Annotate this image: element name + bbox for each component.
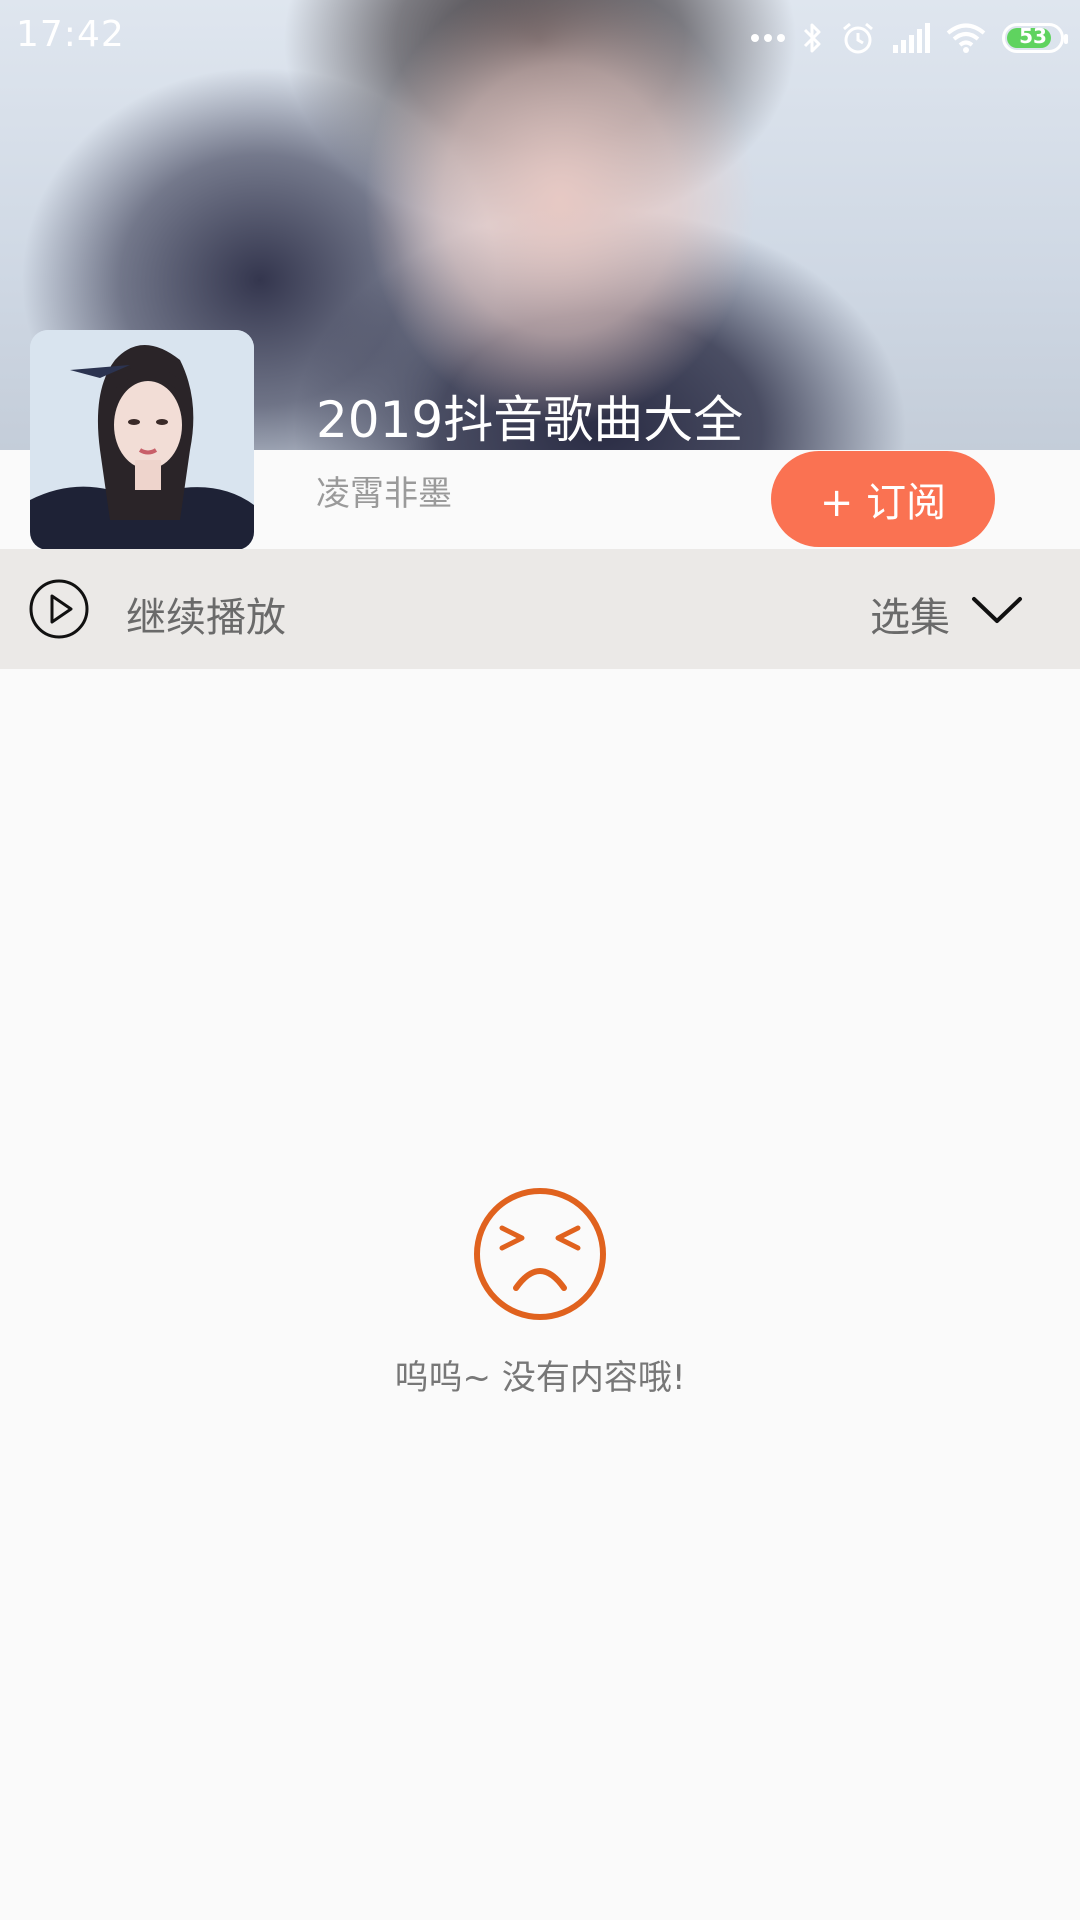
playback-toolbar: 继续播放 选集 (0, 549, 1080, 669)
episode-select-button[interactable]: 选集 (870, 585, 950, 643)
subscribe-button[interactable]: + 订阅 (771, 451, 995, 547)
play-circle-icon[interactable] (29, 579, 89, 639)
battery-tip (1064, 34, 1068, 44)
status-bar: 17:42 53 (0, 0, 1080, 74)
album-title: 2019抖音歌曲大全 (316, 391, 744, 449)
wifi-icon (946, 23, 986, 53)
signal-icon (893, 23, 930, 53)
battery-icon: 53 (1002, 23, 1068, 53)
continue-play-button[interactable]: 继续播放 (126, 585, 286, 643)
sad-face-icon (474, 1188, 606, 1320)
status-time: 17:42 (16, 14, 125, 55)
status-icons: 53 (750, 16, 1068, 60)
chevron-down-icon[interactable] (970, 587, 1024, 631)
album-author[interactable]: 凌霄非墨 (316, 466, 452, 515)
more-dots-icon (751, 34, 785, 42)
album-detail-screen: 17:42 53 2019抖音歌曲大全 凌霄非墨 + 订阅 继续播放 选集 呜呜… (0, 0, 1080, 1920)
alarm-icon (843, 22, 873, 54)
album-cover[interactable] (30, 330, 254, 550)
bluetooth-icon (803, 23, 821, 53)
empty-state-message: 呜呜~ 没有内容哦! (394, 1358, 686, 1398)
album-cover-image (30, 330, 254, 550)
battery-level: 53 (1019, 24, 1047, 48)
